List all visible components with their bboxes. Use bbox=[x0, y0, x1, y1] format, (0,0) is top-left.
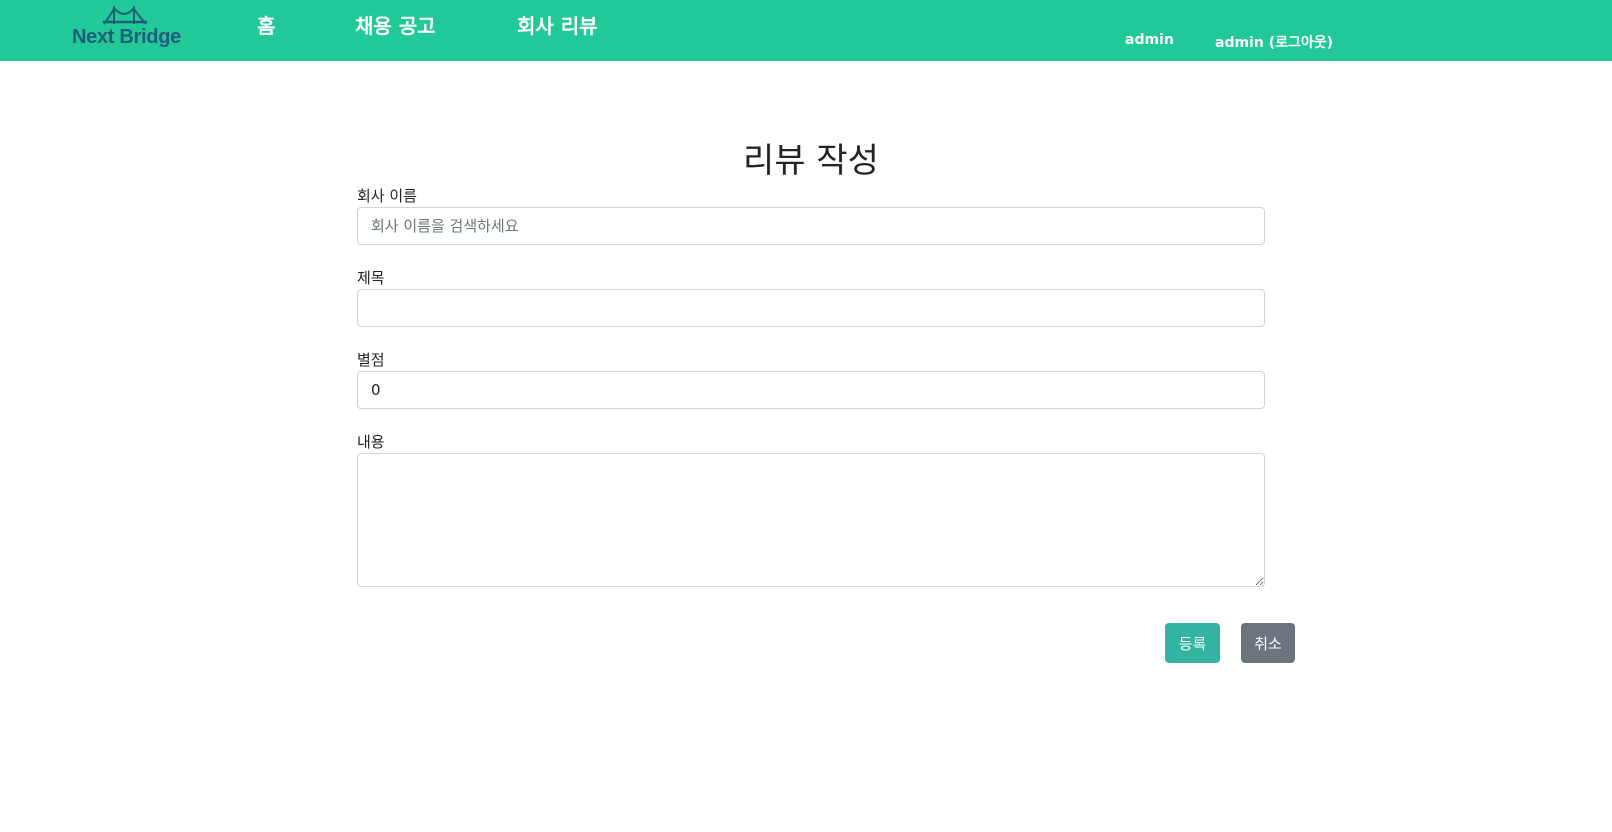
content-label: 내용 bbox=[357, 433, 385, 451]
nav-home[interactable]: 홈 bbox=[257, 10, 275, 39]
rating-label: 별점 bbox=[357, 351, 385, 369]
logout-link[interactable]: admin (로그아웃) bbox=[1215, 32, 1333, 52]
submit-button[interactable]: 등록 bbox=[1165, 623, 1220, 663]
page-title: 리뷰 작성 bbox=[743, 141, 879, 181]
logo-text: Next Bridge bbox=[72, 26, 181, 48]
user-name-link[interactable]: admin bbox=[1125, 32, 1174, 48]
cancel-button[interactable]: 취소 bbox=[1241, 623, 1295, 663]
title-input[interactable] bbox=[357, 289, 1265, 327]
company-search-input[interactable] bbox=[357, 207, 1265, 245]
nav-job-postings[interactable]: 채용 공고 bbox=[355, 10, 436, 39]
title-label: 제목 bbox=[357, 269, 385, 287]
content-textarea[interactable] bbox=[357, 453, 1265, 587]
next-bridge-logo[interactable]: Next Bridge bbox=[72, 4, 182, 50]
company-name-label: 회사 이름 bbox=[357, 187, 417, 205]
top-navbar: Next Bridge 홈 채용 공고 회사 리뷰 admin admin (로… bbox=[0, 0, 1612, 61]
bridge-icon bbox=[103, 6, 147, 25]
nav-company-reviews[interactable]: 회사 리뷰 bbox=[517, 10, 598, 39]
rating-input[interactable] bbox=[357, 371, 1265, 409]
